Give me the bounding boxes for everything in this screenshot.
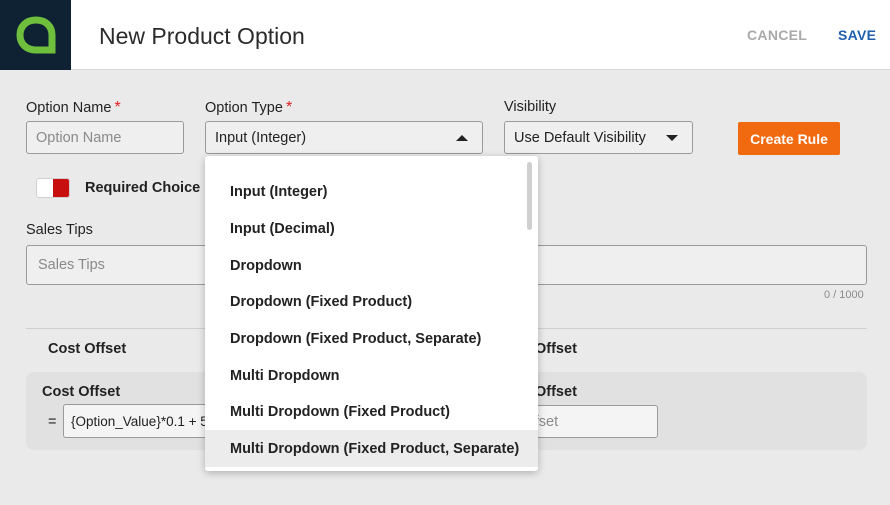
required-choice-toggle[interactable] <box>36 178 70 198</box>
cost-offset-card-label: Cost Offset <box>42 384 121 400</box>
dropdown-option[interactable]: Dropdown <box>205 247 538 284</box>
chevron-up-icon <box>456 135 468 141</box>
sales-tips-label: Sales Tips <box>26 222 93 238</box>
chevron-down-icon <box>666 135 678 141</box>
option-name-label: Option Name * <box>26 99 121 117</box>
dropdown-option[interactable]: Input (Decimal) <box>205 210 538 247</box>
dropdown-option[interactable]: Dropdown (Fixed Product) <box>205 283 538 320</box>
save-button[interactable]: SAVE <box>838 27 876 43</box>
option-name-input[interactable] <box>26 121 184 154</box>
visibility-value: Use Default Visibility <box>514 129 646 146</box>
dropdown-option[interactable]: Multi Dropdown (Fixed Product) <box>205 393 538 430</box>
dropdown-option[interactable]: Input (Integer) <box>205 173 538 210</box>
create-rule-button[interactable]: Create Rule <box>738 122 840 155</box>
cost-formula-value: {Option_Value}*0.1 + 5 <box>71 413 208 429</box>
option-type-select[interactable]: Input (Integer) <box>205 121 483 154</box>
page-title: New Product Option <box>99 23 305 49</box>
option-type-label: Option Type * <box>205 99 292 117</box>
cancel-button[interactable]: CANCEL <box>747 27 807 43</box>
app-logo[interactable] <box>0 0 71 70</box>
offset-heading: Offset <box>535 341 577 357</box>
app-header: New Product Option CANCEL SAVE <box>0 0 890 70</box>
visibility-select[interactable]: Use Default Visibility <box>504 121 693 154</box>
required-choice-label: Required Choice <box>85 180 201 196</box>
required-mark: * <box>114 99 121 116</box>
option-name-label-text: Option Name <box>26 100 112 116</box>
sales-tips-placeholder: Sales Tips <box>38 257 105 273</box>
dropdown-option[interactable]: Multi Dropdown <box>205 357 538 394</box>
cost-formula-input[interactable]: {Option_Value}*0.1 + 5 <box>63 404 213 438</box>
option-type-dropdown-menu: Input (Integer) Input (Decimal) Dropdown… <box>205 156 538 471</box>
dropdown-scrollbar[interactable] <box>527 162 532 230</box>
equals-sign: = <box>48 414 57 430</box>
offset-card-label: Offset <box>535 384 577 400</box>
dropdown-option[interactable]: Dropdown (Fixed Product, Separate) <box>205 320 538 357</box>
visibility-label: Visibility <box>504 99 557 115</box>
required-mark: * <box>285 99 293 116</box>
cost-offset-heading: Cost Offset <box>48 341 127 357</box>
toggle-knob <box>53 179 69 197</box>
logo-icon <box>16 16 56 54</box>
dropdown-option-hovered[interactable]: Multi Dropdown (Fixed Product, Separate) <box>205 430 538 467</box>
character-counter: 0 / 1000 <box>824 289 864 301</box>
offset-input[interactable]: ffset <box>520 405 658 438</box>
option-type-value: Input (Integer) <box>215 129 307 146</box>
option-type-label-text: Option Type <box>205 100 283 116</box>
